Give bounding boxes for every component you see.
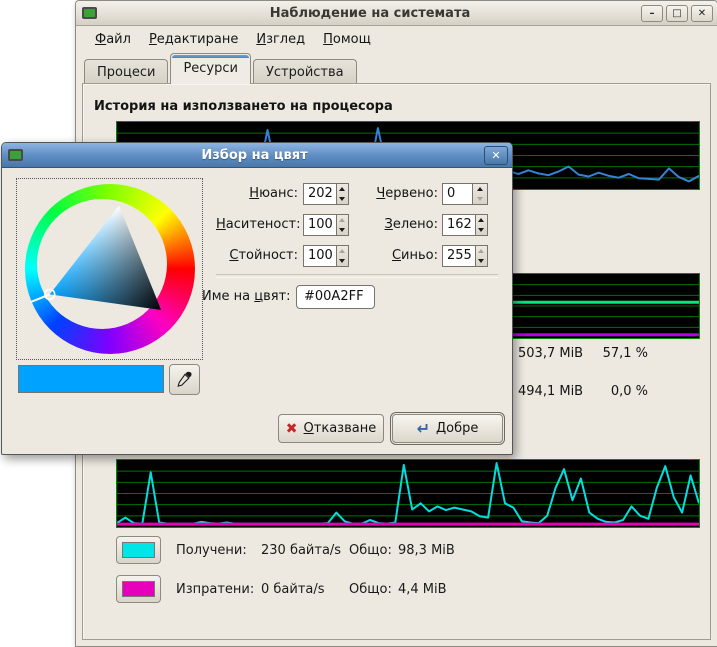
window-title: Наблюдение на системата <box>99 6 641 21</box>
sent-label: Изпратени: <box>176 575 254 605</box>
menu-view[interactable]: Изглед <box>249 29 312 50</box>
dialog-close-button[interactable]: ✕ <box>484 146 508 165</box>
saturation-label: Наситеност: <box>216 214 298 236</box>
swap-used-percent: 0,0 % <box>596 384 648 399</box>
cancel-button[interactable]: ✖ Отказване <box>278 414 384 443</box>
blue-spin-up[interactable] <box>476 246 487 256</box>
sent-rate: 0 байта/s <box>261 575 325 605</box>
green-spinner[interactable]: 162 <box>442 214 488 236</box>
sent-total: 4,4 MiB <box>398 575 447 605</box>
value-label: Стойност: <box>216 245 298 267</box>
green-label: Зелено: <box>356 214 438 236</box>
tabbar: Процеси Ресурси Устройства <box>76 52 717 84</box>
network-sent-row: Изпратени: 0 байта/s Общо: 4,4 MiB <box>116 575 676 605</box>
received-color-swatch <box>122 542 155 558</box>
eyedropper-icon <box>176 370 193 387</box>
tab-resources[interactable]: Ресурси <box>170 53 251 84</box>
window-titlebar[interactable]: Наблюдение на системата – □ ✕ <box>76 1 717 26</box>
cancel-x-icon: ✖ <box>286 421 298 437</box>
blue-spin-down[interactable] <box>476 256 487 266</box>
minimize-button[interactable]: – <box>641 5 663 22</box>
cancel-label: Отказване <box>304 421 377 436</box>
menu-file[interactable]: Файл <box>88 29 138 50</box>
network-history-chart <box>116 459 700 528</box>
ok-button[interactable]: ↵ Добре <box>392 414 503 443</box>
value-spinner[interactable]: 100 <box>303 245 349 267</box>
menu-edit[interactable]: Редактиране <box>142 29 245 50</box>
saturation-spin-down[interactable] <box>337 225 348 235</box>
color-name-label: Име на цвят: <box>202 286 290 308</box>
eyedropper-button[interactable] <box>169 364 200 395</box>
sent-color-swatch <box>122 581 155 597</box>
red-label: Червено: <box>356 183 438 205</box>
maximize-button[interactable]: □ <box>666 5 688 22</box>
saturation-value[interactable]: 100 <box>304 215 336 235</box>
hue-value[interactable]: 202 <box>304 184 336 204</box>
dialog-app-icon <box>8 149 23 161</box>
menubar: Файл Редактиране Изглед Помощ <box>76 26 717 52</box>
saturation-value-triangle[interactable] <box>17 179 202 359</box>
received-color-button[interactable] <box>116 536 161 564</box>
ok-label: Добре <box>436 421 478 436</box>
received-label: Получени: <box>176 536 247 566</box>
value-spin-up[interactable] <box>337 246 348 256</box>
hue-label: Нюанс: <box>216 183 298 205</box>
red-spin-up[interactable] <box>473 184 487 194</box>
separator <box>216 274 498 278</box>
window-controls: – □ ✕ <box>641 5 713 22</box>
dialog-title: Избор на цвят <box>25 148 484 163</box>
hue-spin-up[interactable] <box>337 184 348 194</box>
green-spin-up[interactable] <box>476 215 487 225</box>
system-monitor-icon <box>82 7 97 19</box>
blue-label: Синьо: <box>356 245 438 267</box>
tab-devices[interactable]: Устройства <box>253 59 357 84</box>
green-value[interactable]: 162 <box>443 215 475 235</box>
blue-spinner[interactable]: 255 <box>442 245 488 267</box>
saturation-spinner[interactable]: 100 <box>303 214 349 236</box>
red-spin-down[interactable] <box>473 194 487 204</box>
network-received-row: Получени: 230 байта/s Общо: 98,3 MiB <box>116 536 676 566</box>
swap-used-value: 494,1 MiB <box>518 384 583 399</box>
value-value[interactable]: 100 <box>304 246 336 266</box>
received-rate: 230 байта/s <box>261 536 341 566</box>
received-total-label: Общо: <box>349 536 392 566</box>
color-preview <box>18 365 164 393</box>
sent-total-label: Общо: <box>349 575 392 605</box>
menu-help[interactable]: Помощ <box>316 29 378 50</box>
cpu-history-heading: История на използването на процесора <box>94 99 393 114</box>
saturation-spin-up[interactable] <box>337 215 348 225</box>
value-spin-down[interactable] <box>337 256 348 266</box>
memory-used-percent: 57,1 % <box>596 346 648 361</box>
green-spin-down[interactable] <box>476 225 487 235</box>
dialog-titlebar[interactable]: Избор на цвят ✕ <box>2 143 512 168</box>
sent-color-button[interactable] <box>116 575 161 603</box>
color-picker-dialog: Избор на цвят ✕ <box>1 142 513 455</box>
red-spinner[interactable]: 0 <box>442 183 488 205</box>
hue-spin-down[interactable] <box>337 194 348 204</box>
close-button[interactable]: ✕ <box>691 5 713 22</box>
red-value[interactable]: 0 <box>443 184 472 204</box>
memory-used-value: 503,7 MiB <box>518 346 583 361</box>
ok-return-icon: ↵ <box>417 422 430 436</box>
blue-value[interactable]: 255 <box>443 246 475 266</box>
color-name-input[interactable]: #00A2FF <box>296 285 375 309</box>
hue-spinner[interactable]: 202 <box>303 183 349 205</box>
tab-processes[interactable]: Процеси <box>84 59 168 84</box>
received-total: 98,3 MiB <box>398 536 455 566</box>
color-wheel-box <box>16 178 203 360</box>
